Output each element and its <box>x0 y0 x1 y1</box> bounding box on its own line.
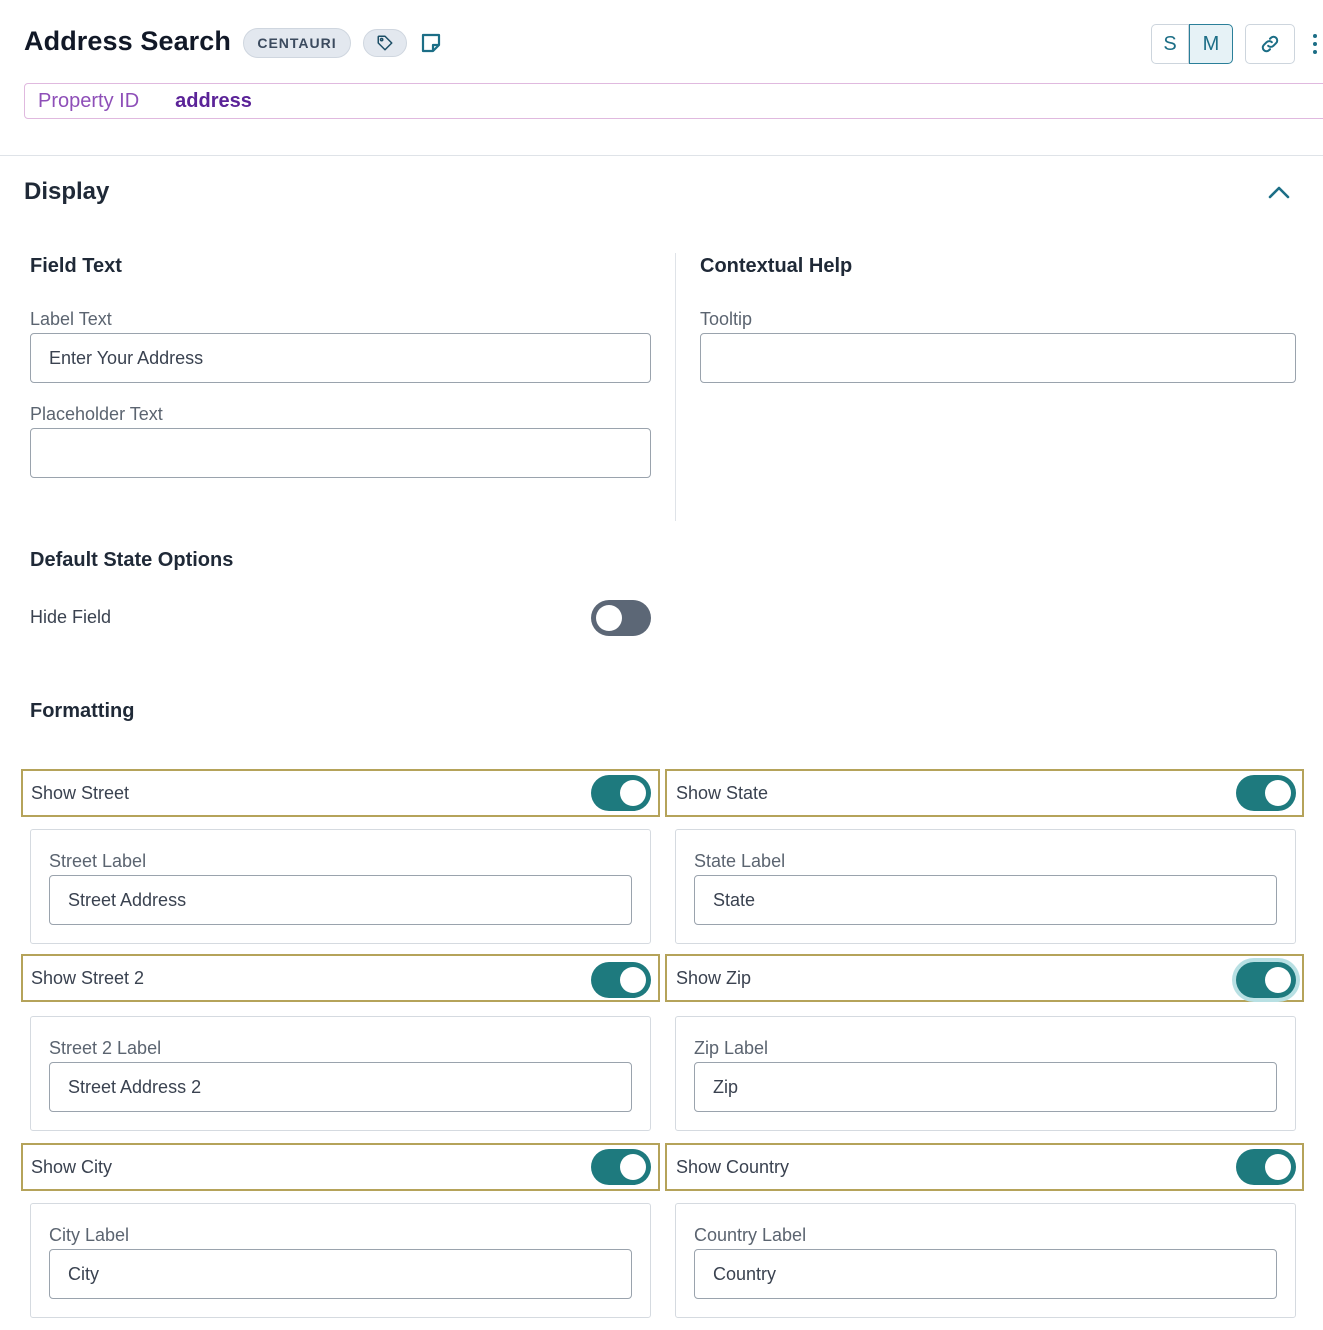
environment-badge: CENTAURI <box>243 28 351 58</box>
toggle-knob <box>596 605 622 631</box>
property-id-value[interactable]: address <box>175 90 252 113</box>
show-street-label: Show Street <box>31 782 130 803</box>
street-label-input[interactable]: Street Address <box>49 875 632 925</box>
show-city-label: Show City <box>31 1156 113 1177</box>
note-button[interactable] <box>418 29 444 57</box>
property-id-label: Property ID <box>38 89 140 112</box>
link-icon <box>1261 35 1279 53</box>
show-state-label: Show State <box>676 782 769 803</box>
display-section-title: Display <box>24 178 110 205</box>
show-city-toggle[interactable] <box>591 1149 651 1185</box>
city-label-label: City Label <box>49 1225 130 1245</box>
street-2-label-input[interactable]: Street Address 2 <box>49 1062 632 1112</box>
show-state-row: Show State <box>665 769 1304 817</box>
placeholder-text-input[interactable] <box>30 428 651 478</box>
hide-field-toggle[interactable] <box>591 600 651 636</box>
toggle-knob <box>620 967 646 993</box>
default-state-heading: Default State Options <box>30 549 234 571</box>
label-text-input[interactable]: Enter Your Address <box>30 333 651 383</box>
toggle-knob <box>1265 967 1291 993</box>
show-street-2-row: Show Street 2 <box>21 954 660 1002</box>
country-label-label: Country Label <box>694 1225 807 1245</box>
toggle-knob <box>1265 780 1291 806</box>
hide-field-label: Hide Field <box>30 607 112 627</box>
tooltip-input[interactable] <box>700 333 1296 383</box>
toggle-knob <box>620 780 646 806</box>
tag-icon <box>377 35 393 51</box>
street-label-label: Street Label <box>49 851 147 871</box>
city-label-input[interactable]: City <box>49 1249 632 1299</box>
show-country-toggle[interactable] <box>1236 1149 1296 1185</box>
label-text-label: Label Text <box>30 309 112 329</box>
show-city-row: Show City <box>21 1143 660 1191</box>
tooltip-label: Tooltip <box>700 309 753 329</box>
field-text-heading: Field Text <box>30 255 122 277</box>
note-icon <box>421 33 441 53</box>
toggle-knob <box>1265 1154 1291 1180</box>
contextual-help-heading: Contextual Help <box>700 255 853 277</box>
state-label-label: State Label <box>694 851 786 871</box>
show-street-toggle[interactable] <box>591 775 651 811</box>
toggle-knob <box>620 1154 646 1180</box>
link-button[interactable] <box>1245 24 1295 64</box>
show-country-row: Show Country <box>665 1143 1304 1191</box>
chevron-up-icon[interactable] <box>1264 180 1294 204</box>
state-label-input[interactable]: State <box>694 875 1277 925</box>
column-divider <box>675 253 676 521</box>
page-title: Address Search <box>24 26 231 56</box>
more-options-icon[interactable] <box>1307 30 1323 58</box>
zip-label-input[interactable]: Zip <box>694 1062 1277 1112</box>
show-street-2-label: Show Street 2 <box>31 967 145 988</box>
header-divider <box>0 155 1323 156</box>
show-country-label: Show Country <box>676 1156 790 1177</box>
show-zip-row: Show Zip <box>665 954 1304 1002</box>
property-id-row: Property ID address <box>24 83 1323 119</box>
formatting-heading: Formatting <box>30 700 135 722</box>
placeholder-text-label: Placeholder Text <box>30 404 163 424</box>
show-zip-label: Show Zip <box>676 967 752 988</box>
show-state-toggle[interactable] <box>1236 775 1296 811</box>
country-label-input[interactable]: Country <box>694 1249 1277 1299</box>
size-m-button[interactable]: M <box>1189 24 1233 64</box>
show-zip-toggle[interactable] <box>1236 962 1296 998</box>
size-s-button[interactable]: S <box>1151 24 1189 64</box>
show-street-2-toggle[interactable] <box>591 962 651 998</box>
size-toggle-group: S M <box>1151 24 1233 64</box>
tag-button[interactable] <box>363 29 407 57</box>
zip-label-label: Zip Label <box>694 1038 769 1058</box>
street-2-label-label: Street 2 Label <box>49 1038 162 1058</box>
show-street-row: Show Street <box>21 769 660 817</box>
